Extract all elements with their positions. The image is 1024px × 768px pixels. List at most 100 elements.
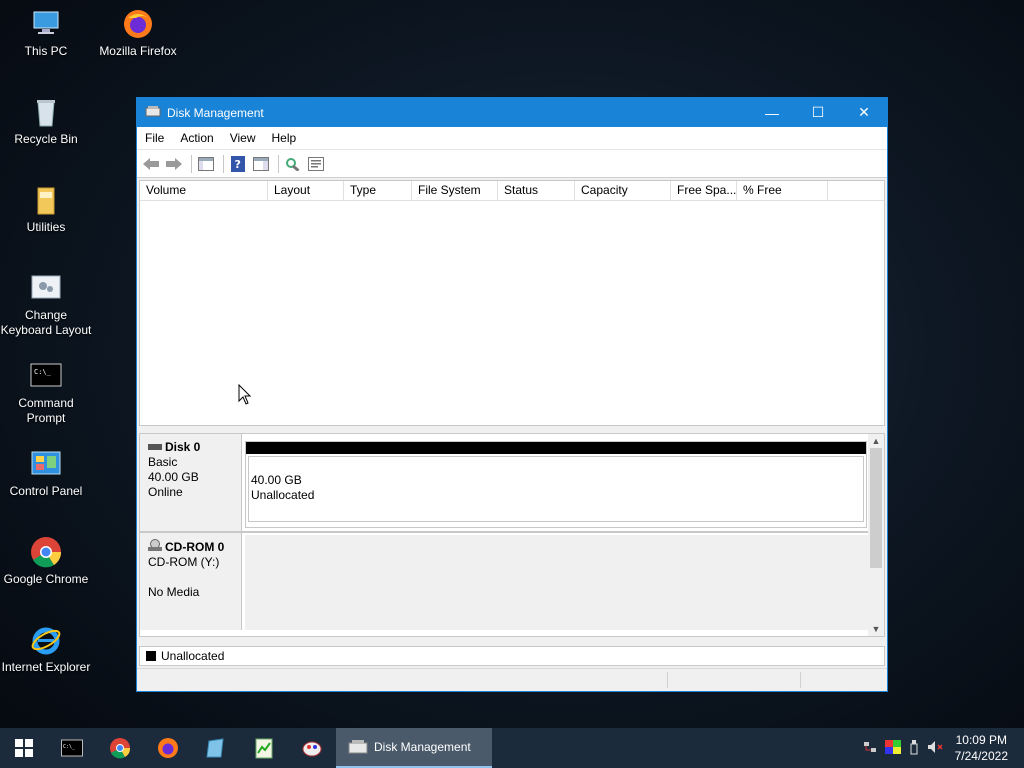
clock[interactable]: 10:09 PM 7/24/2022 [955,732,1008,764]
help-icon[interactable]: ? [228,154,248,174]
usb-device-icon[interactable] [909,739,919,758]
rescan-icon[interactable] [283,154,303,174]
desktop-icon-this-pc[interactable]: This PC [0,8,92,59]
toolbar-separator [223,154,224,173]
disk-type: Basic [148,455,178,469]
cdrom-0-label[interactable]: CD-ROM 0 CD-ROM (Y:) No Media [140,533,242,630]
task-manager-icon [255,738,273,759]
disk-management-icon [348,737,368,758]
desktop-icon-label: Google Chrome [3,572,89,586]
computer-icon [30,8,62,40]
disk-row: Disk 0 Basic 40.00 GB Online 40.00 GB Un… [140,434,870,531]
desktop-icon-label: Utilities [26,220,66,234]
partition-label: Unallocated [251,488,315,502]
back-icon[interactable] [141,154,161,174]
system-tray: 10:09 PM 7/24/2022 [863,728,1024,768]
windows-logo-icon [15,739,33,757]
disk-row: CD-ROM 0 CD-ROM (Y:) No Media [140,533,870,630]
taskbar-firefox[interactable] [144,728,192,768]
firefox-icon [122,8,154,40]
volume-list-header: Volume Layout Type File System Status Ca… [140,181,884,201]
taskbar-app-paint[interactable] [288,728,336,768]
desktop-icon-control-panel[interactable]: Control Panel [0,448,92,499]
column-header-capacity[interactable]: Capacity [575,181,671,200]
title-bar[interactable]: Disk Management — ☐ ✕ [137,98,887,127]
disk-status: Online [148,485,183,499]
chrome-icon [110,738,131,759]
taskbar-command-prompt[interactable]: C:\_ [48,728,96,768]
svg-text:C:\_: C:\_ [63,744,76,750]
mouse-cursor [238,383,252,409]
paint-icon [302,741,322,757]
toolbar: ? [137,150,887,178]
menu-view[interactable]: View [222,131,264,145]
menu-file[interactable]: File [137,131,172,145]
column-header-layout[interactable]: Layout [268,181,344,200]
desktop-icon-recycle-bin[interactable]: Recycle Bin [0,96,92,147]
desktop-icon-utilities[interactable]: Utilities [0,184,92,235]
recycle-bin-icon [30,96,62,128]
svg-text:C:\_: C:\_ [34,368,52,376]
console-tree-icon[interactable] [196,154,216,174]
desktop-icon-label: Internet Explorer [1,660,91,674]
menu-help[interactable]: Help [264,131,305,145]
desktop-icon-firefox[interactable]: Mozilla Firefox [92,8,184,59]
maximize-button[interactable]: ☐ [795,98,841,127]
settings-shortcut-icon [30,272,62,304]
taskbar-app-blue[interactable] [192,728,240,768]
scroll-up-icon[interactable]: ▲ [868,434,884,448]
disk-graphical-pane: Disk 0 Basic 40.00 GB Online 40.00 GB Un… [139,433,885,637]
forward-icon[interactable] [164,154,184,174]
legend-bar: Unallocated [139,646,885,666]
taskbar-disk-management[interactable]: Disk Management [336,728,492,768]
scroll-down-icon[interactable]: ▼ [868,622,884,636]
desktop-icon-label: Mozilla Firefox [99,44,177,58]
column-header-file-system[interactable]: File System [412,181,498,200]
partition-unallocated[interactable]: 40.00 GB Unallocated [245,441,867,528]
column-header-free-space[interactable]: Free Spa... [671,181,737,200]
desktop-icon-internet-explorer[interactable]: Internet Explorer [0,624,92,675]
disk-name: Disk 0 [165,440,201,454]
desktop-icon-label: Recycle Bin [14,132,78,146]
taskbar-app-green[interactable] [240,728,288,768]
speaker-muted-icon[interactable] [927,740,945,757]
toolbar-separator [278,154,279,173]
partition-size: 40.00 GB [251,473,302,487]
desktop-icon-change-keyboard-layout[interactable]: Change Keyboard Layout [0,272,92,338]
status-bar [137,668,887,691]
vertical-scrollbar[interactable]: ▲ ▼ [868,434,884,636]
scroll-thumb[interactable] [870,448,882,568]
desktop-icon-label: This PC [24,44,68,58]
clock-date: 7/24/2022 [954,749,1008,763]
column-header-status[interactable]: Status [498,181,575,200]
minimize-button[interactable]: — [749,98,795,127]
network-icon[interactable] [863,740,877,757]
legend-label: Unallocated [161,649,225,663]
desktop-icon-label: Control Panel [9,484,83,498]
close-button[interactable]: ✕ [841,98,887,127]
control-panel-icon [30,448,62,480]
start-button[interactable] [0,728,48,768]
folder-icon [30,184,62,216]
cdrom-empty-area [245,535,870,630]
color-management-icon[interactable] [884,739,901,757]
disk-name: CD-ROM 0 [165,539,225,554]
column-header-volume[interactable]: Volume [140,181,268,200]
internet-explorer-icon [30,624,62,656]
hard-disk-icon [148,440,162,455]
action-pane-icon[interactable] [251,154,271,174]
properties-icon[interactable] [306,154,326,174]
notepad-icon [206,738,224,758]
taskbar: C:\_ Disk Management 10:09 PM 7/24/2022 [0,728,1024,768]
column-header-type[interactable]: Type [344,181,412,200]
menu-bar: File Action View Help [137,127,887,150]
desktop-icon-google-chrome[interactable]: Google Chrome [0,536,92,587]
toolbar-separator [191,154,192,173]
firefox-icon [158,738,178,758]
taskbar-chrome[interactable] [96,728,144,768]
desktop-icon-command-prompt[interactable]: C:\_ Command Prompt [0,360,92,426]
disk-0-label[interactable]: Disk 0 Basic 40.00 GB Online [140,434,242,531]
menu-action[interactable]: Action [172,131,221,145]
window-title: Disk Management [167,105,264,120]
column-header-percent-free[interactable]: % Free [737,181,828,200]
